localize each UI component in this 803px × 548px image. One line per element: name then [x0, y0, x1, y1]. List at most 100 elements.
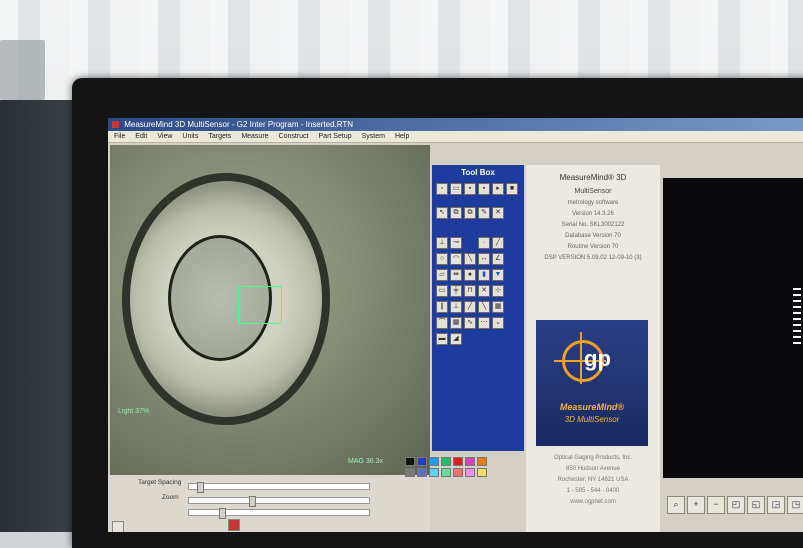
- tool-width-icon[interactable]: ⇹: [450, 269, 462, 281]
- tool-stop-icon[interactable]: ■: [506, 183, 518, 195]
- menu-system[interactable]: System: [362, 131, 385, 142]
- tool-line-icon[interactable]: ╱: [492, 237, 504, 249]
- tool-gap-icon[interactable]: ⊓: [464, 285, 476, 297]
- tool-arc-icon[interactable]: ◠: [450, 253, 462, 265]
- tool-save-icon[interactable]: ▪: [464, 183, 476, 195]
- tool-sphere-icon[interactable]: ●: [464, 269, 476, 281]
- view-iso-icon[interactable]: ◳: [787, 496, 803, 514]
- measurement-target-box[interactable]: [238, 286, 282, 324]
- tool-marker-icon[interactable]: ◢: [450, 333, 462, 345]
- menu-targets[interactable]: Targets: [208, 131, 231, 142]
- tool-dots-icon[interactable]: ⋯: [478, 317, 490, 329]
- tool-slot-icon[interactable]: ▭: [436, 285, 448, 297]
- video-view[interactable]: Light 37% MAG 36.3x: [110, 145, 430, 475]
- menu-edit[interactable]: Edit: [135, 131, 147, 142]
- database-version-text: Database Version 70: [565, 233, 621, 239]
- tool-run-icon[interactable]: ▸: [492, 183, 504, 195]
- tool-cylinder-icon[interactable]: ▮: [478, 269, 490, 281]
- tool-open-icon[interactable]: ▭: [450, 183, 462, 195]
- color-swatch[interactable]: [477, 468, 487, 477]
- tool-profile-icon[interactable]: ⌒: [436, 317, 448, 329]
- tool-intersect-icon[interactable]: ✕: [478, 285, 490, 297]
- zoom-in-icon[interactable]: +: [687, 496, 705, 514]
- view-cube-icon[interactable]: ◰: [727, 496, 745, 514]
- tool-edit-icon[interactable]: ✎: [478, 207, 490, 219]
- tool-plane-icon[interactable]: ▱: [436, 269, 448, 281]
- color-swatch[interactable]: [429, 468, 439, 477]
- zoom-out-icon[interactable]: −: [707, 496, 725, 514]
- color-swatch[interactable]: [465, 468, 475, 477]
- zoom-slider[interactable]: [188, 496, 370, 507]
- tool-midpoint-icon[interactable]: ⊹: [492, 285, 504, 297]
- menu-file[interactable]: File: [114, 131, 125, 142]
- zoom-label: Zoom: [162, 494, 179, 501]
- tool-curve-icon[interactable]: ∿: [464, 317, 476, 329]
- application-window: MeasureMind 3D MultiSensor - G2 Inter Pr…: [108, 118, 803, 532]
- tool-parallel-icon[interactable]: ∥: [436, 301, 448, 313]
- view-top-icon[interactable]: ◱: [747, 496, 765, 514]
- color-swatch[interactable]: [417, 457, 427, 466]
- zoom-thumb[interactable]: [249, 496, 256, 507]
- dark-area: [0, 100, 80, 532]
- tool-grid-icon[interactable]: ▦: [450, 317, 462, 329]
- menu-part-setup[interactable]: Part Setup: [319, 131, 352, 142]
- menu-units[interactable]: Units: [182, 131, 198, 142]
- menu-help[interactable]: Help: [395, 131, 409, 142]
- tool-circle-icon[interactable]: ○: [436, 253, 448, 265]
- color-swatch[interactable]: [405, 468, 415, 477]
- record-button[interactable]: [228, 519, 240, 531]
- extra-thumb[interactable]: [219, 508, 226, 519]
- tool-hatch-icon[interactable]: ▦: [492, 301, 504, 313]
- tool-cone-icon[interactable]: ▼: [492, 269, 504, 281]
- color-swatch[interactable]: [441, 457, 451, 466]
- tool-pointer-icon[interactable]: ↖: [436, 207, 448, 219]
- tool-print-icon[interactable]: ▪: [478, 183, 490, 195]
- tool-copy-icon[interactable]: ⧉: [450, 207, 462, 219]
- color-swatch[interactable]: [477, 457, 487, 466]
- tool-backslash-icon[interactable]: ╲: [478, 301, 490, 313]
- menu-measure[interactable]: Measure: [241, 131, 268, 142]
- tool-ruler-icon[interactable]: ▬: [436, 333, 448, 345]
- graphic-viewer[interactable]: [663, 178, 803, 478]
- extra-slider[interactable]: [188, 508, 370, 519]
- tool-paste-icon[interactable]: ⧉: [464, 207, 476, 219]
- color-swatch[interactable]: [453, 457, 463, 466]
- window-title: MeasureMind 3D MultiSensor - G2 Inter Pr…: [124, 120, 354, 129]
- tool-delete-icon[interactable]: ✕: [492, 207, 504, 219]
- menu-construct[interactable]: Construct: [279, 131, 309, 142]
- company-street: 850 Hudson Avenue: [566, 466, 620, 472]
- target-spacing-slider[interactable]: [188, 482, 370, 493]
- tool-perpendicular-icon[interactable]: ⊥: [450, 301, 462, 313]
- target-spacing-thumb[interactable]: [197, 482, 204, 493]
- logo-multisensor: 3D MultiSensor: [564, 415, 620, 424]
- company-web[interactable]: www.ogpnet.com: [526, 499, 660, 505]
- color-swatch[interactable]: [465, 457, 475, 466]
- serial-text: Serial No. SKL3002122: [561, 222, 625, 228]
- menu-view[interactable]: View: [157, 131, 172, 142]
- light-toggle-button[interactable]: [112, 521, 124, 532]
- light-level-label: Light 37%: [118, 408, 150, 415]
- zoom-fit-icon[interactable]: ⌕: [667, 496, 685, 514]
- tool-chevron-icon[interactable]: ⌄: [492, 317, 504, 329]
- color-swatch[interactable]: [417, 468, 427, 477]
- product-name: MeasureMind® 3D: [559, 173, 627, 182]
- tool-laser-icon[interactable]: ⊸: [450, 237, 462, 249]
- view-side-icon[interactable]: ◲: [767, 496, 785, 514]
- color-swatch[interactable]: [405, 457, 415, 466]
- company-name: Optical Gaging Products, Inc.: [553, 455, 633, 461]
- color-swatch[interactable]: [453, 468, 463, 477]
- product-subtitle: MultiSensor: [574, 188, 612, 195]
- tool-angle-icon[interactable]: ∠: [492, 253, 504, 265]
- lower-controls: Target Spacing Zoom: [108, 475, 430, 532]
- tool-probe-icon[interactable]: ⊥: [436, 237, 448, 249]
- target-spacing-label: Target Spacing: [138, 479, 182, 486]
- tool-point-icon[interactable]: ·: [478, 237, 490, 249]
- tool-slash-icon[interactable]: ╱: [464, 301, 476, 313]
- tool-new-icon[interactable]: ▫: [436, 183, 448, 195]
- viewer-toolbar: ⌕ + − ◰ ◱ ◲ ◳: [663, 490, 803, 532]
- tool-line-fit-icon[interactable]: ╲: [464, 253, 476, 265]
- color-swatch[interactable]: [429, 457, 439, 466]
- tool-edge-icon[interactable]: ╪: [450, 285, 462, 297]
- tool-distance-icon[interactable]: ↔: [478, 253, 490, 265]
- color-swatch[interactable]: [441, 468, 451, 477]
